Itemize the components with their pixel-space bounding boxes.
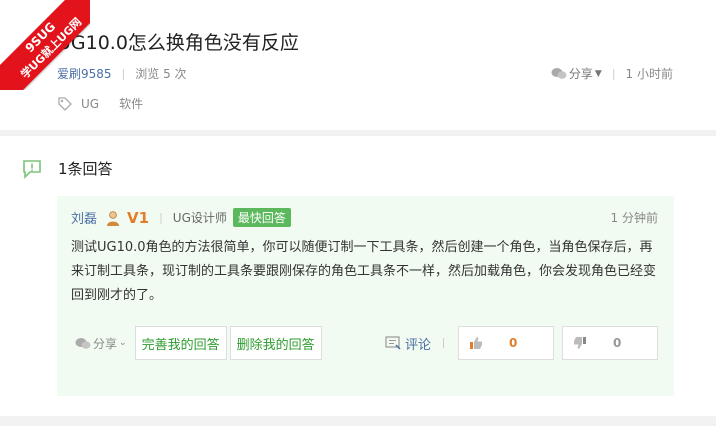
question-views: 浏览 5 次 (135, 67, 187, 81)
downvote-count: 0 (613, 336, 622, 350)
share-label: 分享 (568, 67, 593, 81)
answers-header: 1条回答 (22, 158, 113, 179)
comment-button[interactable]: 评论 (385, 326, 431, 360)
answers-section: 1条回答 刘磊 V1 | UG设计师 最快回答 1 分钟前 测试UG10.0角色… (0, 136, 716, 416)
ribbon-banner: 9SUG 学UG就上UG网 (0, 0, 90, 90)
improve-answer-button[interactable]: 完善我的回答 (134, 326, 227, 360)
question-time: 1 小时前 (625, 67, 673, 81)
section-divider (0, 416, 716, 426)
upvote-button[interactable]: 0 (458, 326, 554, 360)
meta-separator: | (611, 67, 616, 80)
answer-actions: 分享 ⌄ 完善我的回答 删除我的回答 (75, 326, 325, 360)
question-title: UG10.0怎么换角色没有反应 (57, 32, 299, 54)
user-role: UG设计师 (172, 211, 227, 225)
user-level: V1 (127, 208, 150, 227)
share-button[interactable]: 分享 ▼ (551, 65, 602, 82)
chevron-down-icon: ▼ (594, 68, 602, 79)
tag-ug[interactable]: UG (81, 97, 99, 111)
comment-icon (385, 336, 401, 350)
answer-share-label: 分享 (93, 336, 118, 351)
question-tags: UG 软件 (57, 95, 163, 112)
chevron-down-icon: ⌄ (119, 338, 127, 348)
downvote-button[interactable]: 0 (562, 326, 658, 360)
answer-author-link[interactable]: 刘磊 (71, 208, 97, 227)
question-header: UG10.0怎么换角色没有反应 爱刷9585 | 浏览 5 次 分享 ▼ | 1… (0, 0, 716, 130)
tag-software[interactable]: 软件 (119, 95, 143, 112)
question-actions: 分享 ▼ | 1 小时前 (551, 65, 673, 82)
ribbon-line2: 学UG就上UG网 (18, 15, 85, 82)
meta-separator: | (159, 211, 163, 224)
wechat-icon (75, 337, 91, 349)
answer-card: 刘磊 V1 | UG设计师 最快回答 1 分钟前 测试UG10.0角色的方法很简… (57, 196, 674, 396)
meta-separator: | (121, 67, 126, 80)
answer-header: 刘磊 V1 | UG设计师 最快回答 1 分钟前 (71, 208, 658, 227)
answer-time: 1 分钟前 (610, 211, 658, 225)
action-separator (443, 338, 444, 348)
thumbs-down-icon (574, 337, 586, 349)
answer-content: 测试UG10.0角色的方法很简单，你可以随便订制一下工具条，然后创建一个角色，当… (71, 240, 657, 303)
upvote-count: 0 (509, 336, 518, 350)
comment-label: 评论 (405, 337, 432, 353)
share-icon (551, 68, 567, 79)
tag-icon (58, 96, 72, 111)
answers-count: 1条回答 (58, 160, 113, 178)
fastest-answer-badge: 最快回答 (232, 208, 291, 227)
avatar (107, 210, 120, 226)
thumbs-up-icon (470, 337, 482, 349)
exclamation-bubble-icon (23, 159, 41, 179)
delete-answer-button[interactable]: 删除我的回答 (229, 326, 322, 360)
logo-ribbon[interactable]: 9SUG 学UG就上UG网 (0, 0, 90, 90)
answer-share-button[interactable]: 分享 ⌄ (75, 335, 127, 352)
